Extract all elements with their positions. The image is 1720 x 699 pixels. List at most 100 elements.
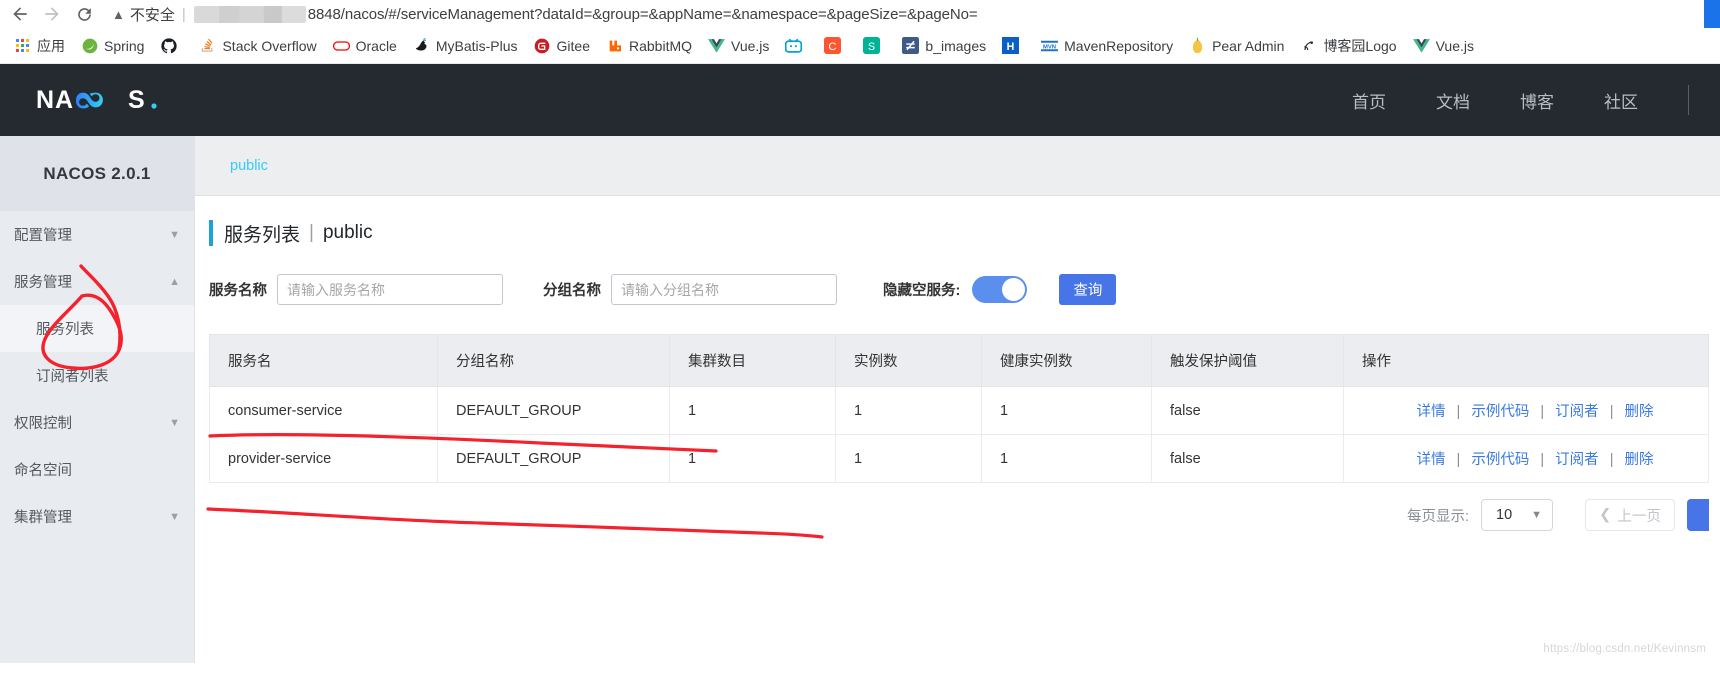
bookmark-vuejs[interactable]: Vue.js (700, 34, 777, 57)
bookmark-vuejs-2[interactable]: Vue.js (1405, 34, 1482, 57)
op-detail-link[interactable]: 详情 (1416, 404, 1445, 420)
nav-blog[interactable]: 博客 (1520, 88, 1554, 113)
bookmark-apps[interactable]: 应用 (6, 33, 73, 59)
sidebar-item-service-management[interactable]: 服务管理 ▲ (0, 258, 194, 305)
page-title-namespace: public (322, 222, 373, 243)
col-protect-threshold: 触发保护阈值 (1151, 334, 1344, 387)
query-button[interactable]: 查询 (1059, 274, 1117, 305)
bookmark-maven-repository[interactable]: MVN MavenRepository (1033, 34, 1181, 57)
service-table-wrapper: 服务名 分组名称 集群数目 实例数 健康实例数 触发保护阈值 操作 consum… (209, 334, 1709, 483)
cell-cluster-count: 1 (669, 386, 836, 435)
spring-leaf-icon (81, 37, 98, 54)
service-table: 服务名 分组名称 集群数目 实例数 健康实例数 触发保护阈值 操作 consum… (209, 334, 1709, 483)
apps-grid-icon (14, 37, 31, 54)
op-subscriber-link[interactable]: 订阅者 (1555, 452, 1599, 468)
svg-text:NA: NA (36, 86, 74, 114)
bookmark-label: MavenRepository (1064, 37, 1174, 54)
group-name-input[interactable] (611, 274, 837, 305)
service-name-input[interactable] (277, 274, 503, 305)
page-size-value: 10 (1496, 507, 1513, 523)
sidebar-version-title: NACOS 2.0.1 (0, 136, 194, 211)
pagination: 每页显示: 10 ▼ ❮ 上一页 (209, 499, 1709, 531)
op-sample-code-link[interactable]: 示例代码 (1471, 452, 1529, 468)
csdn-icon: C (824, 37, 842, 54)
op-detail-link[interactable]: 详情 (1416, 452, 1445, 468)
sidebar-item-label: 权限控制 (14, 416, 72, 432)
sidebar-item-subscriber-list[interactable]: 订阅者列表 (0, 352, 194, 399)
op-delete-link[interactable]: 删除 (1625, 452, 1654, 468)
bookmark-rabbitmq[interactable]: RabbitMQ (598, 34, 700, 57)
bookmark-github[interactable] (152, 34, 191, 57)
sidebar-item-permission-control[interactable]: 权限控制 ▼ (0, 399, 194, 446)
bookmark-label: Gitee (556, 37, 590, 54)
bookmark-stackoverflow[interactable]: Stack Overflow (191, 34, 324, 57)
next-page-button[interactable] (1687, 499, 1709, 531)
bookmark-h[interactable]: H (994, 34, 1033, 57)
bookmark-b-images[interactable]: b_images (894, 34, 994, 57)
toggle-knob (1002, 278, 1026, 301)
window-control-strip[interactable] (1704, 0, 1720, 28)
maven-icon: MVN (1041, 37, 1059, 54)
page-size-select[interactable]: 10 ▼ (1481, 499, 1553, 531)
bookmark-pear-admin[interactable]: Pear Admin (1181, 34, 1292, 57)
breadcrumb: public (195, 136, 1720, 196)
bookmark-label: Spring (104, 37, 145, 54)
bookmark-csdn[interactable]: C (816, 34, 855, 57)
b-images-icon (902, 37, 920, 54)
prev-page-button[interactable]: ❮ 上一页 (1585, 499, 1675, 531)
sidebar-item-config-management[interactable]: 配置管理 ▼ (0, 211, 194, 258)
sidebar-item-label: 服务管理 (14, 275, 72, 291)
sidebar-item-cluster-management[interactable]: 集群管理 ▼ (0, 493, 194, 540)
bookmark-label: Vue.js (1435, 37, 1474, 54)
stackoverflow-icon (199, 37, 216, 54)
cell-instance-count: 1 (835, 386, 982, 435)
back-arrow-icon[interactable] (6, 1, 34, 27)
nacos-header: NA S 首页 文档 博客 社区 (0, 64, 1720, 136)
table-header-row: 服务名 分组名称 集群数目 实例数 健康实例数 触发保护阈值 操作 (209, 334, 1709, 387)
op-divider: | (1540, 452, 1545, 468)
bookmark-label: 应用 (37, 37, 65, 54)
col-group-name: 分组名称 (437, 334, 670, 387)
cell-service-name: provider-service (209, 434, 438, 483)
forward-arrow-icon[interactable] (38, 1, 66, 27)
bookmark-cnblogs[interactable]: 博客园Logo (1292, 33, 1404, 59)
nacos-top-nav: 首页 文档 博客 社区 (1352, 64, 1702, 136)
chevron-left-icon: ❮ (1599, 507, 1612, 523)
bookmark-label: RabbitMQ (629, 37, 693, 54)
op-divider: | (1609, 404, 1614, 420)
nav-home[interactable]: 首页 (1352, 88, 1386, 113)
main-content: public 服务列表 | public 服务名称 分组名称 隐藏空服务: 查询 (195, 136, 1720, 663)
bookmark-label: MyBatis-Plus (435, 37, 518, 54)
filter-bar: 服务名称 分组名称 隐藏空服务: 查询 (209, 274, 1720, 305)
nacos-logo[interactable]: NA S (36, 83, 160, 117)
chevron-down-icon: ▼ (169, 416, 180, 429)
bookmark-bilibili[interactable] (777, 34, 816, 57)
op-divider: | (1456, 452, 1461, 468)
nav-more-divider (1688, 85, 1702, 115)
op-sample-code-link[interactable]: 示例代码 (1471, 404, 1529, 420)
sidebar-item-namespace[interactable]: 命名空间 (0, 446, 194, 493)
address-bar[interactable]: ▲ 不安全 | 8848/nacos/#/serviceManagement?d… (102, 2, 1714, 26)
bookmark-segmentfault[interactable]: S (855, 34, 894, 57)
vuejs-icon (1412, 37, 1430, 54)
breadcrumb-namespace-link[interactable]: public (230, 158, 268, 174)
op-delete-link[interactable]: 删除 (1625, 404, 1654, 420)
segmentfault-icon: S (863, 37, 881, 54)
prev-page-label: 上一页 (1617, 508, 1661, 525)
bookmark-spring[interactable]: Spring (73, 34, 152, 57)
bookmark-mybatis-plus[interactable]: MyBatis-Plus (405, 34, 526, 57)
hide-empty-service-toggle[interactable] (972, 276, 1028, 303)
nav-docs[interactable]: 文档 (1436, 88, 1470, 113)
bookmark-label: b_images (925, 37, 987, 54)
bookmark-gitee[interactable]: Gitee (526, 34, 598, 57)
bookmark-oracle[interactable]: Oracle (325, 34, 405, 57)
op-subscriber-link[interactable]: 订阅者 (1555, 404, 1599, 420)
nav-community[interactable]: 社区 (1604, 88, 1638, 113)
reload-icon[interactable] (70, 1, 98, 27)
cell-cluster-count: 1 (669, 434, 836, 483)
sidebar-item-service-list[interactable]: 服务列表 (0, 305, 194, 352)
hide-empty-service-label: 隐藏空服务: (883, 283, 961, 299)
url-text: 8848/nacos/#/serviceManagement?dataId=&g… (307, 5, 978, 23)
page-title: 服务列表 | public (209, 220, 1720, 246)
cell-operations: 详情 | 示例代码 | 订阅者 | 删除 (1343, 434, 1709, 483)
